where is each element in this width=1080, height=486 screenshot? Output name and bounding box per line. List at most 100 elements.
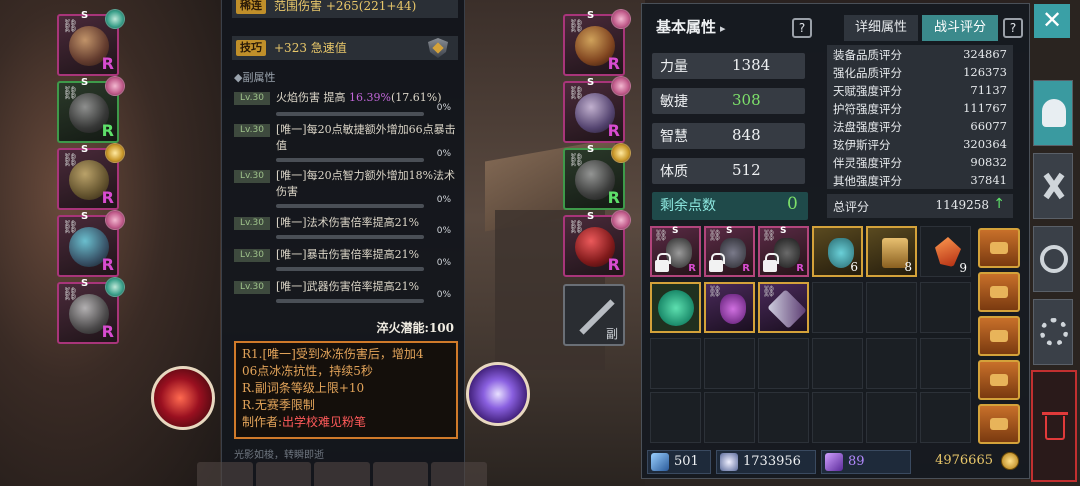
inventory-slot-empty[interactable]: [866, 392, 917, 443]
skill-tag: 技巧: [236, 40, 266, 56]
equip-slot-amulet[interactable]: ⛓ S R: [563, 9, 631, 76]
bottom-tab[interactable]: [372, 462, 429, 486]
close-button[interactable]: ✕: [1034, 4, 1070, 38]
equip-slot-armor[interactable]: ⛓ S R: [57, 76, 125, 143]
panel-title[interactable]: 基本属性 ▸: [656, 16, 726, 37]
inventory-slot-empty[interactable]: [758, 392, 809, 443]
remaining-points[interactable]: 剩余点数 0: [652, 192, 808, 220]
arcane-skill-icon[interactable]: [466, 362, 530, 426]
rank-label: R: [607, 54, 620, 73]
stat-strength: 力量 1384: [652, 53, 805, 79]
rank-label: R: [101, 121, 114, 140]
effect-line: R1.[唯一]受到冰冻伤害后，增加4: [242, 347, 424, 361]
stat-label: 体质: [660, 164, 688, 180]
inventory-item-crystal[interactable]: 9: [920, 226, 971, 277]
sub-weapon-label: 副: [605, 327, 618, 341]
inventory-item-gear[interactable]: ⛓ S R: [758, 226, 809, 277]
grade-badge: S: [587, 144, 595, 155]
level-badge: Lv.30: [234, 281, 270, 294]
inventory-slot-empty[interactable]: [758, 338, 809, 389]
delete-button[interactable]: [1031, 370, 1077, 482]
quench-potential: 淬火潜能:100: [376, 321, 454, 335]
grade-badge: S: [81, 211, 89, 222]
score-list[interactable]: 装备品质评分 324867 强化品质评分 126373 天赋强度评分 71137 护符…: [827, 45, 1013, 189]
currency-gold[interactable]: 4976665: [913, 450, 1023, 474]
settings-tab-button[interactable]: [1033, 299, 1073, 365]
currency-value: 501: [674, 454, 699, 469]
up-arrow-icon: ↑: [993, 196, 1005, 212]
inventory-item-dagger[interactable]: ⛓: [758, 282, 809, 333]
item-detail-panel: 稀连 范围伤害 +265(221+44) 技巧 +323 急速值 ◆副属性 Lv…: [221, 0, 465, 486]
tab-combat-score[interactable]: 战斗评分: [922, 15, 998, 41]
weapons-tab-button[interactable]: [1033, 153, 1073, 219]
inventory-slot-empty[interactable]: [920, 392, 971, 443]
inventory-slot-empty[interactable]: [650, 338, 701, 389]
medal-icon: [105, 210, 125, 230]
chain-icon: ⛓: [762, 285, 776, 298]
bag-icon[interactable]: [978, 404, 1020, 444]
inventory-item-scroll[interactable]: 8: [866, 226, 917, 277]
currency-souls[interactable]: 1733956: [716, 450, 816, 474]
inventory-slot-empty[interactable]: [704, 338, 755, 389]
currency-gems[interactable]: 89: [821, 450, 911, 474]
equipment-tab-button[interactable]: [1033, 80, 1073, 146]
stat-label: 智慧: [660, 129, 688, 145]
score-row: 其他强度评分 37841: [833, 173, 1007, 188]
skill-row: 技巧 +323 急速值: [232, 36, 458, 60]
equip-slot-weapon[interactable]: ⛓ S R: [57, 277, 125, 344]
potion-icon: [720, 294, 746, 324]
sub-weapon-slot[interactable]: 副: [563, 284, 625, 346]
level-badge: Lv.30: [234, 124, 270, 137]
bag-icon[interactable]: [978, 316, 1020, 356]
inventory-slot-empty[interactable]: [812, 282, 863, 333]
bottom-tab[interactable]: [197, 462, 253, 486]
tab-detailed-attributes[interactable]: 详细属性: [844, 15, 918, 41]
gold-coin-icon: [1001, 452, 1019, 470]
score-row: 天赋强度评分 71137: [833, 83, 1007, 98]
inventory-item-ore[interactable]: 6: [812, 226, 863, 277]
equip-slot-helmet[interactable]: ⛓ S R: [57, 9, 125, 76]
bag-icon[interactable]: [978, 360, 1020, 400]
equip-slot-gloves[interactable]: ⛓ S R: [563, 76, 631, 143]
affix-item: Lv.30 [唯一]暴击伤害倍率提高21% 0%: [234, 247, 459, 273]
lock-icon: [709, 253, 725, 272]
wheel-tab-button[interactable]: [1033, 226, 1073, 292]
chain-icon: ⛓: [708, 229, 722, 242]
bottom-tab[interactable]: [314, 462, 370, 486]
affix-desc: [唯一]每20点敏捷额外增加66点暴击值: [276, 123, 456, 152]
inventory-item-potion[interactable]: ⛓: [704, 282, 755, 333]
special-effect-box: R1.[唯一]受到冰冻伤害后，增加4 06点冰冻抗性，持续5秒 R.副词条等级上…: [234, 341, 458, 439]
equip-slot-ring[interactable]: ⛓ S R: [57, 210, 125, 277]
inventory-slot-empty[interactable]: [866, 338, 917, 389]
inventory-slot-empty[interactable]: [704, 392, 755, 443]
help-icon[interactable]: ?: [1003, 18, 1023, 38]
affix-progress-pct: 0%: [436, 290, 451, 300]
inventory-item-gear[interactable]: ⛓ S R: [650, 226, 701, 277]
inventory-slot-empty[interactable]: [920, 338, 971, 389]
inventory-item-gear[interactable]: ⛓ S R: [704, 226, 755, 277]
equip-slot-boots[interactable]: ⛓ S R: [563, 143, 631, 210]
fire-skill-icon[interactable]: [151, 366, 215, 430]
medal-icon: [105, 9, 125, 29]
inventory-slot-empty[interactable]: [866, 282, 917, 333]
grade-badge: S: [587, 10, 595, 21]
inventory-slot-empty[interactable]: [812, 392, 863, 443]
bag-icon[interactable]: [978, 272, 1020, 312]
inventory-slot-empty[interactable]: [920, 282, 971, 333]
currency-sword-tokens[interactable]: 501: [647, 450, 711, 474]
medal-icon: [611, 143, 631, 163]
affix-item: Lv.30 [唯一]武器伤害倍率提高21% 0%: [234, 279, 459, 305]
equip-slot-ring-2[interactable]: ⛓ S R: [563, 210, 631, 277]
inventory-item-rune[interactable]: [650, 282, 701, 333]
bag-icon[interactable]: [978, 228, 1020, 268]
bottom-tab[interactable]: [255, 462, 312, 486]
affix-progress-pct: 0%: [436, 103, 451, 113]
inventory-slot-empty[interactable]: [812, 338, 863, 389]
total-score-label: 总评分: [833, 200, 870, 214]
equip-slot-cloak[interactable]: ⛓ S R: [57, 143, 125, 210]
soul-icon: [720, 453, 738, 471]
help-icon[interactable]: ?: [792, 18, 812, 38]
bottom-tab[interactable]: [431, 462, 487, 486]
affix-item: Lv.30 [唯一]每20点智力额外增加18%法术伤害 0%: [234, 168, 459, 208]
inventory-slot-empty[interactable]: [650, 392, 701, 443]
